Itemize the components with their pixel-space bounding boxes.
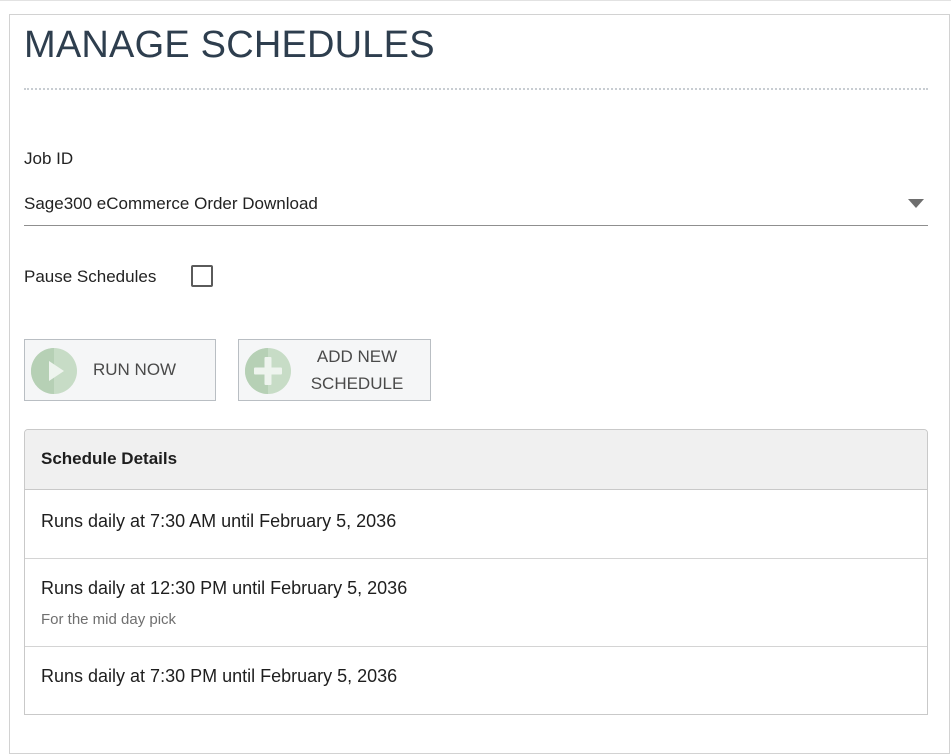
schedule-row[interactable]: Runs daily at 7:30 AM until February 5, … <box>25 490 927 559</box>
run-now-button[interactable]: RUN NOW <box>24 339 216 401</box>
add-new-schedule-button[interactable]: ADD NEW SCHEDULE <box>238 339 431 401</box>
schedule-details-panel: Schedule Details Runs daily at 7:30 AM u… <box>24 429 928 715</box>
job-id-label: Job ID <box>24 149 74 168</box>
plus-icon <box>245 348 291 394</box>
add-new-schedule-label-line1: ADD NEW <box>316 347 398 366</box>
pause-schedules-label: Pause Schedules <box>24 267 157 286</box>
schedule-row[interactable]: Runs daily at 7:30 PM until February 5, … <box>25 647 927 714</box>
run-now-label: RUN NOW <box>93 360 177 379</box>
title-divider <box>24 88 928 90</box>
schedule-note: For the mid day pick <box>41 611 177 628</box>
top-border <box>0 0 951 1</box>
schedule-row[interactable]: Runs daily at 12:30 PM until February 5,… <box>25 559 927 647</box>
job-id-selected-value: Sage300 eCommerce Order Download <box>24 194 318 213</box>
add-new-schedule-label: ADD NEW SCHEDULE <box>299 343 415 397</box>
chevron-down-icon <box>908 199 924 208</box>
schedule-description: Runs daily at 7:30 PM until February 5, … <box>41 666 398 686</box>
pause-schedules-checkbox[interactable] <box>191 265 213 287</box>
job-id-select[interactable]: Sage300 eCommerce Order Download <box>24 190 928 226</box>
schedule-details-title: Schedule Details <box>41 449 178 468</box>
page-title: MANAGE SCHEDULES <box>24 24 435 66</box>
play-icon <box>31 348 77 394</box>
add-new-schedule-label-line2: SCHEDULE <box>310 374 404 393</box>
schedule-details-header: Schedule Details <box>25 430 927 490</box>
schedule-description: Runs daily at 12:30 PM until February 5,… <box>41 578 408 598</box>
schedule-description: Runs daily at 7:30 AM until February 5, … <box>41 511 397 531</box>
